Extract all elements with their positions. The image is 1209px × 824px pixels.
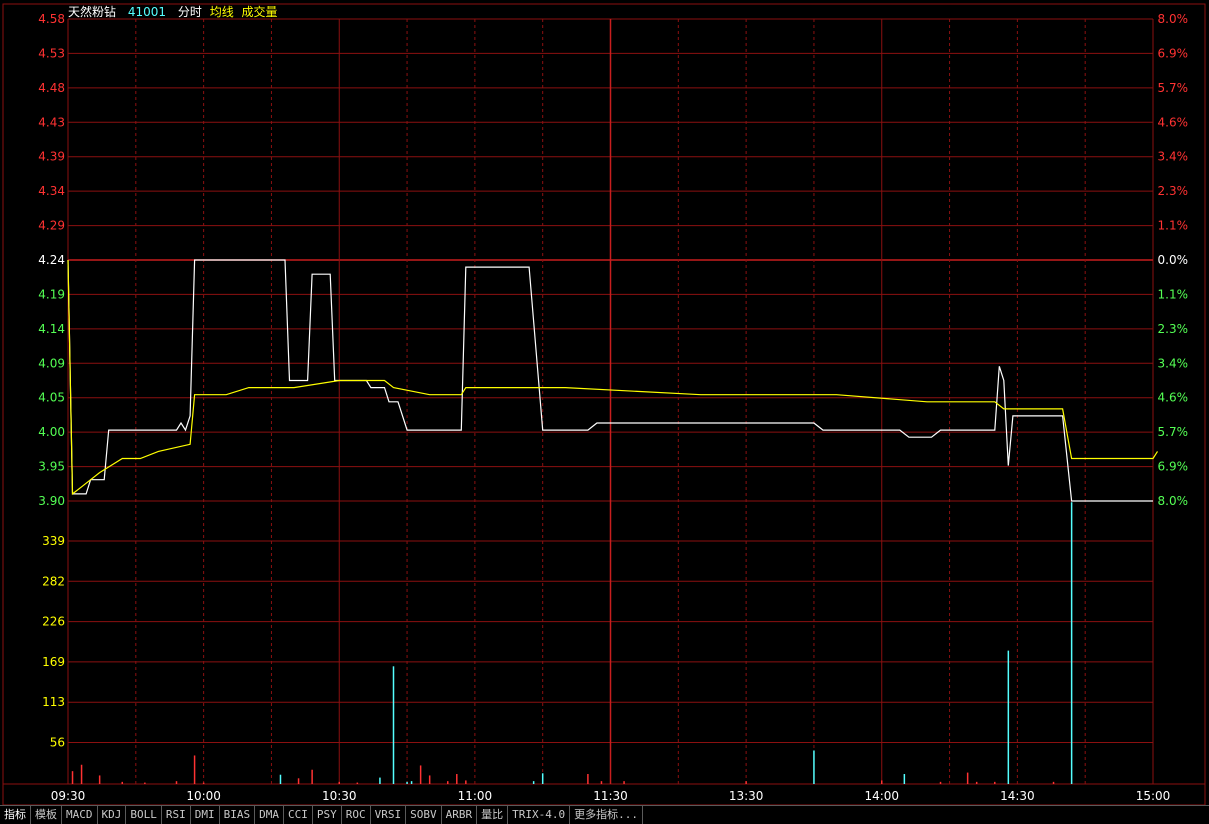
volume-tick-label: 226	[42, 615, 65, 629]
volume-tick-label: 339	[42, 534, 65, 548]
price-tick-label: 4.05	[38, 391, 65, 405]
price-tick-label: 4.34	[38, 184, 65, 198]
price-tick-label: 4.43	[38, 115, 65, 129]
price-tick-label: 4.00	[38, 425, 65, 439]
percent-tick-label: 1.1%	[1158, 219, 1189, 233]
indicator-tab[interactable]: TRIX-4.0	[508, 806, 571, 824]
price-tick-label: 4.14	[38, 322, 65, 336]
avg-line-label: 均线	[209, 5, 234, 19]
price-tick-label: 4.53	[38, 46, 65, 60]
price-tick-label: 4.19	[38, 287, 65, 301]
indicator-tab[interactable]: ARBR	[442, 806, 478, 824]
percent-tick-label: 3.4%	[1158, 356, 1189, 370]
time-tick-label: 09:30	[51, 789, 86, 803]
indicator-tab[interactable]: DMI	[191, 806, 220, 824]
time-tick-label: 14:30	[1000, 789, 1035, 803]
time-tick-label: 10:30	[322, 789, 357, 803]
time-tick-label: 13:30	[729, 789, 764, 803]
indicator-tab[interactable]: KDJ	[98, 806, 127, 824]
volume-tick-label: 169	[42, 655, 65, 669]
time-tick-label: 11:30	[593, 789, 628, 803]
percent-tick-label: 6.9%	[1158, 460, 1189, 474]
average-line	[67, 259, 1159, 496]
percent-tick-label: 4.6%	[1158, 115, 1189, 129]
percent-tick-label: 2.3%	[1158, 184, 1189, 198]
price-tick-label: 4.24	[38, 253, 65, 267]
percent-tick-label: 8.0%	[1158, 12, 1189, 26]
percent-tick-label: 1.1%	[1158, 287, 1189, 301]
indicator-tab[interactable]: BIAS	[220, 806, 256, 824]
percent-tick-label: 2.3%	[1158, 322, 1189, 336]
volume-tick-label: 113	[42, 695, 65, 709]
price-tick-label: 3.95	[38, 460, 65, 474]
volume-label: 成交量	[241, 5, 278, 19]
price-lines	[67, 259, 1159, 502]
indicator-tab[interactable]: RSI	[162, 806, 191, 824]
indicator-tab[interactable]: ROC	[342, 806, 371, 824]
intraday-chart[interactable]: 4.58 4.53 4.48 4.43 4.39 4.34 4.29 4.24 4.19 4.14…	[0, 0, 1209, 805]
chart-frame	[2, 3, 1206, 805]
percent-tick-label: 4.6%	[1158, 391, 1189, 405]
time-tick-label: 11:00	[458, 789, 493, 803]
time-tick-label: 15:00	[1136, 789, 1171, 803]
price-tick-label: 3.90	[38, 494, 65, 508]
chart-grid	[2, 3, 1206, 805]
instrument-name: 天然粉钻	[68, 5, 117, 19]
indicator-tab[interactable]: PSY	[313, 806, 342, 824]
chart-title-bar: 天然粉钻 41001 分时 均线 成交量	[68, 3, 286, 20]
indicator-tab[interactable]: 更多指标...	[570, 806, 643, 824]
indicator-tab-bar: 指标 模板 MACD KDJ BOLL RSI DMI BIAS DMA CCI PSY ROC VRS…	[0, 805, 1209, 824]
percent-tick-label: 3.4%	[1158, 150, 1189, 164]
indicator-tab[interactable]: BOLL	[126, 806, 162, 824]
indicator-tab[interactable]: 指标	[0, 806, 31, 824]
price-tick-label: 4.09	[38, 356, 65, 370]
instrument-code: 41001	[127, 5, 167, 19]
percent-tick-label: 8.0%	[1158, 494, 1189, 508]
mode-label: 分时	[177, 5, 202, 19]
indicator-tab[interactable]: 量比	[477, 806, 509, 824]
price-tick-label: 4.58	[38, 12, 65, 26]
time-tick-label: 10:00	[186, 789, 221, 803]
indicator-tab[interactable]: VRSI	[371, 806, 407, 824]
percent-tick-label: 0.0%	[1158, 253, 1189, 267]
time-tick-label: 14:00	[864, 789, 899, 803]
indicator-tab[interactable]: DMA	[255, 806, 284, 824]
chart-axes: 4.58 4.53 4.48 4.43 4.39 4.34 4.29 4.24 4.19 4.14…	[38, 12, 1188, 803]
indicator-tab[interactable]: CCI	[284, 806, 313, 824]
percent-tick-label: 5.7%	[1158, 81, 1189, 95]
indicator-tab[interactable]: 模板	[31, 806, 62, 824]
percent-tick-label: 6.9%	[1158, 46, 1189, 60]
price-tick-label: 4.29	[38, 219, 65, 233]
price-tick-label: 4.39	[38, 150, 65, 164]
indicator-tab[interactable]: MACD	[62, 806, 98, 824]
volume-bars	[71, 502, 1073, 784]
price-tick-label: 4.48	[38, 81, 65, 95]
percent-tick-label: 5.7%	[1158, 425, 1189, 439]
volume-tick-label: 56	[50, 736, 65, 750]
indicator-tab[interactable]: SOBV	[406, 806, 442, 824]
volume-tick-label: 282	[42, 574, 65, 588]
